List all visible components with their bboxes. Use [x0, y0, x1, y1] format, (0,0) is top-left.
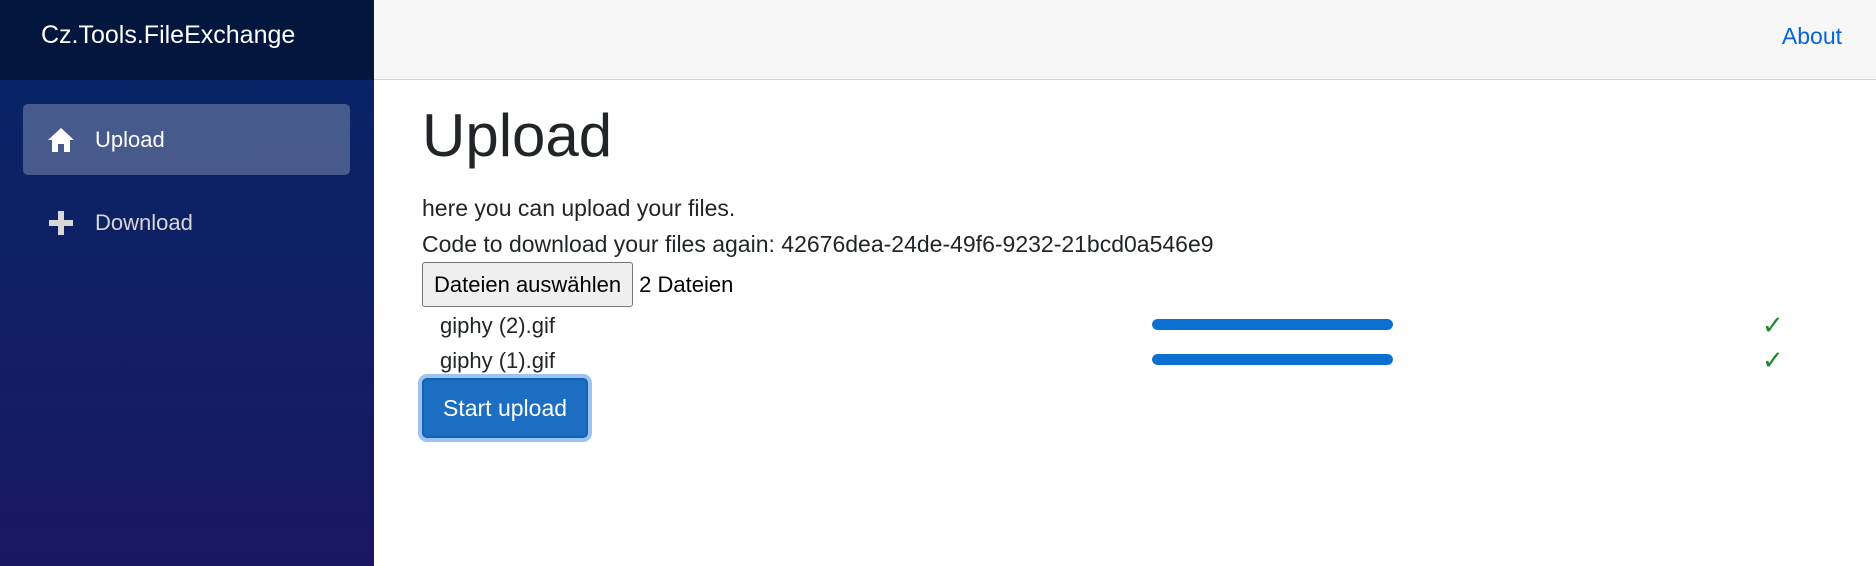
plus-icon: [49, 211, 73, 235]
intro-text: here you can upload your files.: [422, 195, 736, 221]
choose-files-button[interactable]: Dateien auswählen: [422, 262, 634, 307]
file-count-label: 2 Dateien: [639, 271, 734, 297]
app-root: Cz.Tools.FileExchange Upload Download Ab…: [0, 0, 1876, 566]
brand-link[interactable]: Cz.Tools.FileExchange: [41, 21, 295, 50]
check-icon: ✓: [1762, 346, 1784, 376]
home-icon: [48, 128, 74, 152]
file-row: giphy (1).gif ✓: [440, 346, 1790, 376]
upload-progress-bar: [1152, 319, 1393, 330]
sidebar-item-upload[interactable]: Upload: [23, 104, 350, 175]
top-row: About: [374, 0, 1876, 80]
file-name: giphy (2).gif: [440, 313, 555, 338]
page-title: Upload: [422, 102, 613, 169]
file-picker: Dateien auswählen 2 Dateien: [422, 262, 733, 307]
download-code-text: Code to download your files again: 42676…: [422, 231, 1214, 257]
file-row: giphy (2).gif ✓: [440, 311, 1790, 341]
start-upload-button[interactable]: Start upload: [422, 378, 589, 438]
sidebar-item-label: Upload: [95, 127, 165, 152]
sidebar-item-download[interactable]: Download: [23, 187, 350, 258]
upload-progress-fill: [1152, 354, 1393, 365]
sidebar: Cz.Tools.FileExchange Upload Download: [0, 0, 374, 566]
check-icon: ✓: [1762, 311, 1784, 341]
file-name: giphy (1).gif: [440, 348, 555, 373]
upload-progress-fill: [1152, 319, 1393, 330]
brand-bar: Cz.Tools.FileExchange: [0, 0, 374, 80]
sidebar-item-label: Download: [95, 210, 193, 235]
about-link[interactable]: About: [1782, 23, 1842, 50]
upload-progress-bar: [1152, 354, 1393, 365]
